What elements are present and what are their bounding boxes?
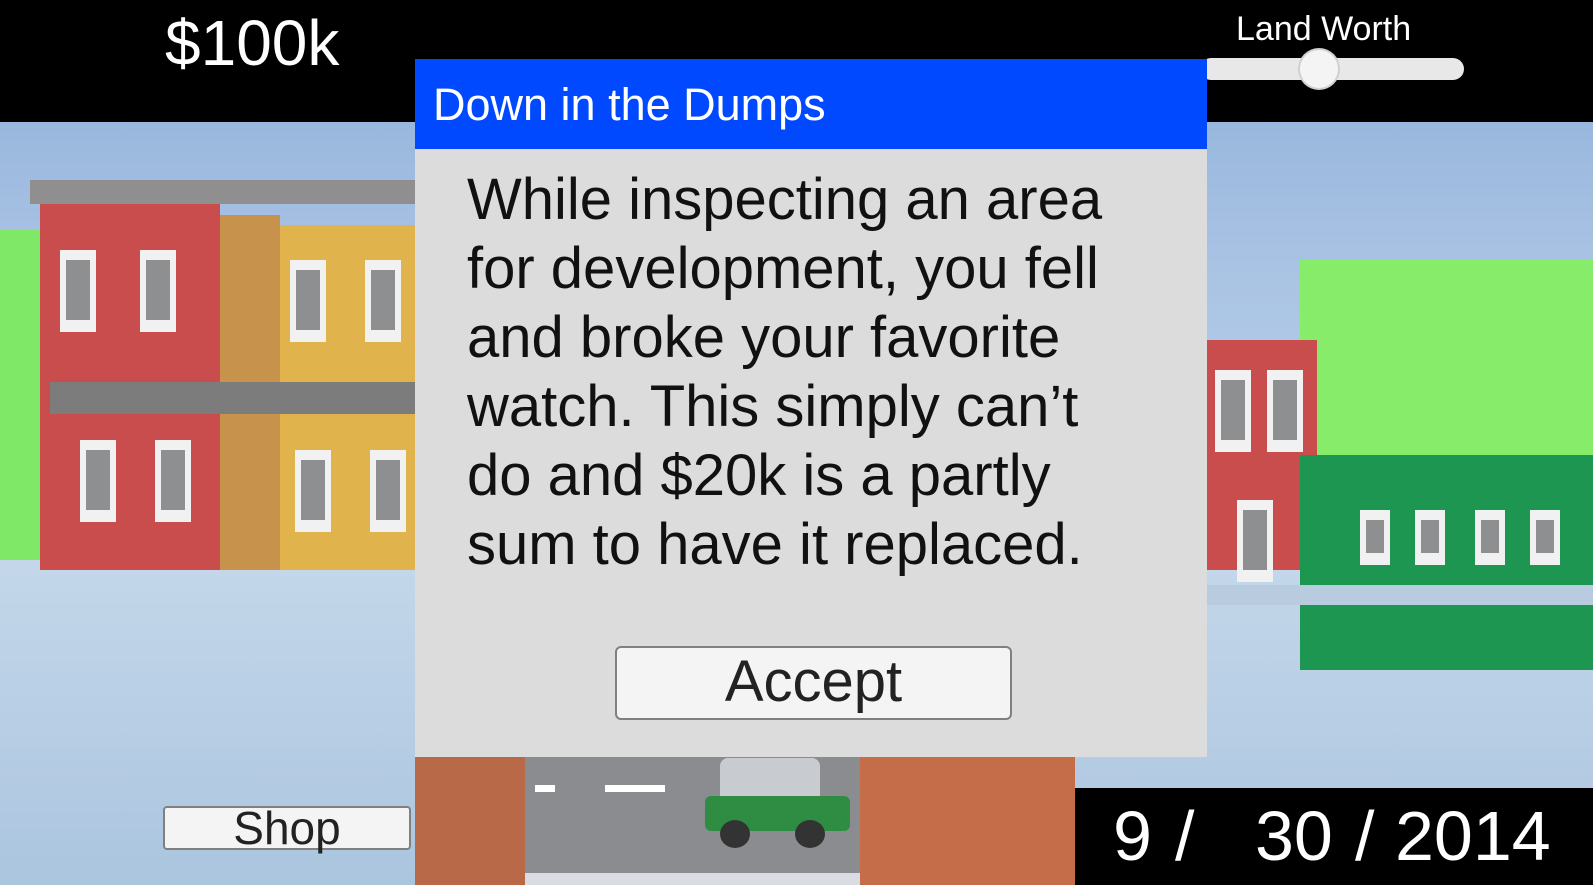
date-display: 9 / 30 / 2014 <box>1075 788 1593 885</box>
date-month: 9 <box>1113 797 1152 875</box>
brick-wall-right <box>860 757 1075 885</box>
brick-wall-left <box>415 757 525 885</box>
land-worth-label: Land Worth <box>1236 10 1412 48</box>
window <box>155 440 191 522</box>
shop-button[interactable]: Shop <box>163 805 411 851</box>
window <box>1237 500 1273 582</box>
message-line: for development, you fell <box>467 236 1099 301</box>
window <box>80 440 116 522</box>
message-line: do and $20k is a partly <box>467 443 1051 508</box>
date-day: 30 <box>1255 797 1333 875</box>
accept-button[interactable]: Accept <box>615 646 1012 720</box>
message-line: and broke your favorite <box>467 305 1061 370</box>
window <box>1530 510 1560 565</box>
message-line: watch. This simply can’t <box>467 374 1079 439</box>
message-line: sum to have it replaced. <box>467 512 1083 577</box>
money-display: $100k <box>165 7 340 79</box>
window <box>295 450 331 532</box>
window <box>370 450 406 532</box>
building-roof-ledge <box>30 180 415 204</box>
green-car <box>700 758 850 848</box>
window <box>1267 370 1303 452</box>
green-building <box>1300 455 1593 670</box>
land-worth-slider-handle[interactable] <box>1299 50 1338 88</box>
window <box>1360 510 1390 565</box>
window <box>1475 510 1505 565</box>
dialog-message: While inspecting an area for development… <box>467 165 1167 579</box>
date-separator: / <box>1175 797 1195 875</box>
red-building-left <box>40 190 220 570</box>
building-mid-ledge <box>50 382 415 414</box>
dialog-header: Down in the Dumps <box>415 59 1207 149</box>
date-year: 2014 <box>1395 797 1551 875</box>
window <box>60 250 96 332</box>
window <box>1415 510 1445 565</box>
roof-edge-right <box>1207 585 1593 605</box>
message-line: While inspecting an area <box>467 167 1103 232</box>
window <box>1215 370 1251 452</box>
dialog-title: Down in the Dumps <box>433 79 826 130</box>
window <box>365 260 401 342</box>
window <box>140 250 176 332</box>
window <box>290 260 326 342</box>
date-separator: / <box>1355 797 1375 875</box>
